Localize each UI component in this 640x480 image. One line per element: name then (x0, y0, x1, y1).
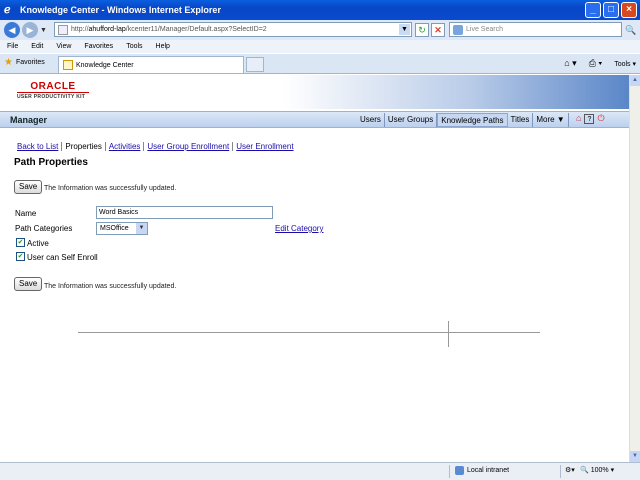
favorites-star-icon: ★ (4, 57, 13, 68)
page-content: ORACLE USER PRODUCTIVITY KIT Manager Use… (0, 75, 629, 462)
menu-favorites[interactable]: Favorites (84, 43, 113, 50)
close-button[interactable]: × (621, 2, 637, 18)
oracle-logo: ORACLE USER PRODUCTIVITY KIT (17, 81, 89, 100)
status-bar: Local intranet ⚙▾ 🔍 100% ▾ (0, 462, 640, 480)
menu-view[interactable]: View (56, 43, 71, 50)
nav-more[interactable]: More ▼ (533, 113, 569, 127)
name-field[interactable]: Word Basics (96, 206, 273, 219)
properties-tab: Properties (61, 142, 104, 151)
self-enroll-checkbox[interactable]: ✔ (16, 252, 25, 261)
print-icon[interactable]: ⎙ ▾ (589, 58, 602, 69)
browser-tab[interactable]: Knowledge Center (58, 56, 244, 73)
history-dropdown-icon[interactable]: ▼ (40, 27, 48, 34)
window-title: Knowledge Center - Windows Internet Expl… (20, 5, 221, 15)
home-icon[interactable]: ⌂ (576, 113, 581, 124)
favorites-bar: ★ Favorites Knowledge Center ⌂ ▾ ⎙ ▾ Too… (0, 54, 640, 74)
url-path: /kcenter11/Manager/Default.aspx?SelectID… (125, 26, 267, 33)
back-to-list-link[interactable]: Back to List (17, 142, 58, 151)
scroll-up-icon[interactable]: ▲ (630, 75, 640, 86)
header-banner: ORACLE USER PRODUCTIVITY KIT (0, 75, 629, 109)
url-dropdown-icon[interactable]: ▼ (399, 24, 410, 35)
menu-file[interactable]: File (7, 43, 18, 50)
nav-titles[interactable]: Titles (508, 113, 534, 127)
user-enrollment-link[interactable]: User Enrollment (236, 142, 293, 151)
tab-page-icon (63, 60, 73, 70)
address-bar: ◀ ▶ ▼ http://ahufford-lap/kcenter11/Mana… (0, 20, 640, 40)
tab-title: Knowledge Center (76, 61, 134, 69)
activities-link[interactable]: Activities (109, 142, 141, 151)
url-host: ahufford-lap (88, 26, 126, 33)
nav-user-groups[interactable]: User Groups (385, 113, 438, 127)
command-bar: ⌂ ▾ ⎙ ▾ Tools ▾ (564, 58, 636, 69)
back-button[interactable]: ◀ (4, 22, 20, 38)
path-categories-label: Path Categories (15, 224, 73, 233)
nav-knowledge-paths[interactable]: Knowledge Paths (437, 113, 508, 127)
active-checkbox[interactable]: ✔ (16, 238, 25, 247)
menu-help[interactable]: Help (156, 43, 170, 50)
tools-label: Tools (614, 60, 631, 68)
stop-icon[interactable]: ✕ (431, 23, 445, 37)
vertical-scrollbar[interactable]: ▲ ▼ (629, 75, 640, 462)
product-name: USER PRODUCTIVITY KIT (17, 94, 86, 100)
search-go-icon[interactable]: 🔍 (624, 23, 638, 37)
section-title: Manager (10, 115, 48, 125)
minimize-button[interactable]: _ (585, 2, 601, 18)
save-button-top[interactable]: Save (14, 180, 43, 194)
favorites-label: Favorites (15, 59, 45, 66)
page-title: Path Properties (14, 157, 88, 168)
name-label: Name (15, 209, 37, 218)
search-placeholder: Live Search (466, 26, 503, 33)
success-message-top: The Information was successfully updated… (44, 185, 177, 192)
protected-mode-icon[interactable]: ⚙▾ (565, 466, 575, 474)
logout-icon[interactable]: ⏻ (597, 113, 604, 124)
category-value: MSOffice (100, 225, 129, 232)
category-select[interactable]: MSOffice ▼ (96, 222, 148, 235)
favorites-button[interactable]: ★ Favorites (4, 57, 45, 68)
save-button-bottom[interactable]: Save (14, 277, 43, 291)
zoom-level: 100% (590, 466, 609, 474)
manager-nav: Manager Users User Groups Knowledge Path… (0, 111, 629, 128)
url-field[interactable]: http://ahufford-lap/kcenter11/Manager/De… (54, 22, 412, 37)
help-icon[interactable]: ? (584, 114, 595, 124)
forward-button[interactable]: ▶ (22, 22, 38, 38)
home-icon[interactable]: ⌂ ▾ (564, 58, 576, 69)
zoom-control[interactable]: 🔍 100% ▾ (580, 466, 615, 475)
intranet-globe-icon (455, 466, 464, 475)
refresh-icon[interactable]: ↻ (415, 23, 429, 37)
security-zone: Local intranet (455, 466, 509, 475)
tools-menu-button[interactable]: Tools ▾ (614, 60, 636, 68)
zoom-icon: 🔍 (580, 467, 589, 474)
menu-tools[interactable]: Tools (126, 43, 142, 50)
user-group-enrollment-link[interactable]: User Group Enrollment (147, 142, 229, 151)
menu-bar: File Edit View Favorites Tools Help (0, 40, 640, 53)
window-titlebar: ℯ Knowledge Center - Windows Internet Ex… (0, 0, 640, 20)
scroll-down-icon[interactable]: ▼ (630, 451, 640, 462)
menu-edit[interactable]: Edit (31, 43, 43, 50)
active-label: Active (27, 239, 49, 248)
url-prefix: http:// (71, 26, 89, 33)
live-search-icon (453, 24, 463, 35)
new-tab-button[interactable] (246, 57, 264, 72)
breadcrumb: Back to List Properties Activities User … (17, 142, 297, 151)
ie-logo-icon: ℯ (4, 4, 11, 16)
oracle-brand: ORACLE (17, 81, 89, 93)
chevron-down-icon: ▼ (136, 223, 147, 234)
self-enroll-label: User can Self Enroll (27, 253, 98, 262)
footer-divider (78, 332, 540, 333)
nav-users[interactable]: Users (357, 113, 385, 127)
success-message-bottom: The Information was successfully updated… (44, 283, 177, 290)
search-input[interactable]: Live Search (449, 22, 622, 37)
maximize-button[interactable]: □ (603, 2, 619, 18)
edit-category-link[interactable]: Edit Category (275, 224, 323, 233)
zoom-dropdown-icon: ▾ (610, 467, 615, 474)
footer-vertical-divider (448, 321, 449, 347)
page-icon (58, 24, 68, 35)
zone-label: Local intranet (467, 467, 510, 474)
